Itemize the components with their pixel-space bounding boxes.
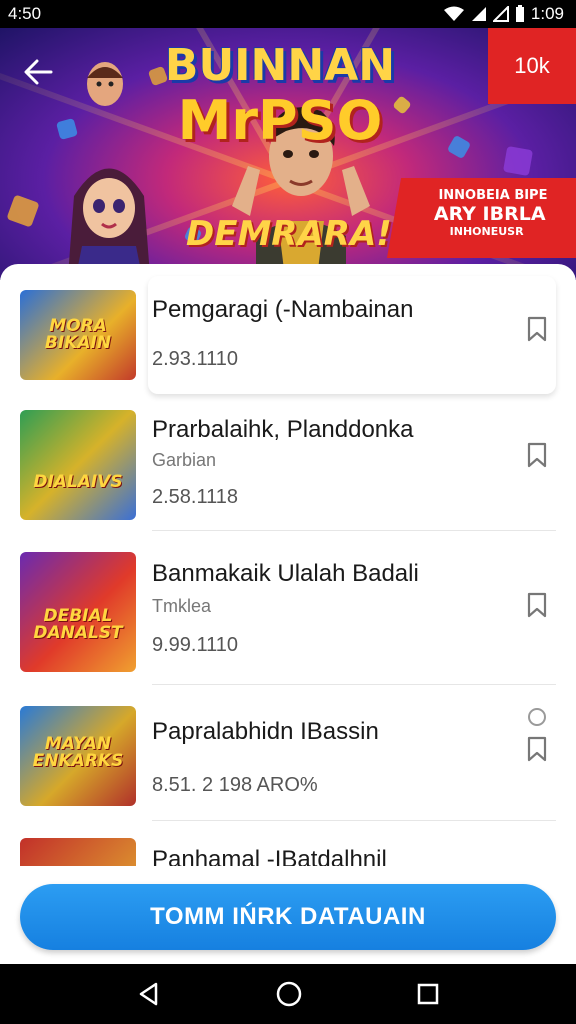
item-meta: 9.99.1110 (152, 634, 239, 656)
item-subtitle: Garbian (152, 450, 217, 470)
battery-icon (515, 5, 524, 22)
primary-action-button[interactable]: TOMM IŃRK DATAUAIN (20, 884, 556, 950)
divider (152, 820, 556, 821)
signal-icon (492, 6, 509, 22)
bookmark-icon[interactable] (526, 442, 548, 468)
arrow-left-icon (24, 59, 53, 85)
screen: 4:50 1:09 BUINNAN MrPSO DEMRARA! INNOBEI… (0, 0, 576, 1024)
thumbnail-text: MORA BIKAIN (44, 316, 112, 353)
promo-line2: ARY IBRLA (433, 203, 546, 225)
divider (152, 530, 556, 531)
item-thumbnail: MORA BIKAIN (20, 290, 136, 380)
hero-title: BUINNAN MrPSO (130, 44, 430, 148)
promo-banner: INNOBEIA BIPE ARY IBRLA INHONEUSR (386, 178, 576, 258)
item-title: Banmakaik Ulalah Badali (152, 560, 419, 587)
hero-banner: BUINNAN MrPSO DEMRARA! INNOBEIA BIPE ARY… (0, 28, 576, 280)
item-card (148, 276, 556, 394)
item-thumbnail: DEBIAL DANALST (20, 552, 136, 672)
signal-icon (471, 7, 486, 21)
item-title: Prarbalaihk, Planddonka (152, 416, 414, 443)
circle-home-icon[interactable] (275, 980, 303, 1008)
item-title: Pemgaragi (-Nambainan (152, 296, 414, 323)
radio-indicator[interactable] (528, 708, 546, 726)
content-list: MORA BIKAIN Pemgaragi (-Nambainan 2.93.1… (0, 264, 576, 874)
bookmark-icon[interactable] (526, 316, 548, 342)
list-item[interactable]: MORA BIKAIN Pemgaragi (-Nambainan 2.93.1… (20, 268, 556, 408)
list-item[interactable]: DEBIAL DANALST Banmakaik Ulalah Badali T… (20, 534, 556, 685)
thumbnail-text: DEBIAL DANALST (33, 606, 123, 643)
hero-girl-character (68, 168, 150, 280)
hero-title-line2: MrPSO (177, 89, 383, 152)
status-bar: 4:50 1:09 (0, 0, 576, 28)
thumbnail-text: MAYAN ENKARKS (32, 734, 124, 771)
promo-line3: INHONEUSR (449, 225, 524, 238)
bookmark-icon[interactable] (526, 736, 548, 762)
item-meta: 8.51. 2 198 ARO% (152, 774, 318, 796)
list-item[interactable]: DIALAIVS Prarbalaihk, Planddonka Garbian… (20, 392, 556, 532)
back-button[interactable] (16, 50, 60, 94)
item-meta: 2.93.1110 (152, 348, 239, 370)
status-time-right: 1:09 (530, 4, 564, 23)
cta-container: TOMM IŃRK DATAUAIN (0, 866, 576, 964)
bookmark-icon[interactable] (526, 592, 548, 618)
item-thumbnail: DIALAIVS (20, 410, 136, 520)
item-subtitle: Tmklea (152, 596, 212, 616)
item-meta: 2.58.1118 (152, 486, 239, 508)
wifi-icon (443, 6, 464, 21)
triangle-back-icon[interactable] (136, 981, 162, 1007)
list-item[interactable]: MAYAN ENKARKS Papralabhidn IBassin 8.51.… (20, 688, 556, 828)
ok-badge[interactable]: 10k (488, 28, 576, 104)
item-thumbnail: MAYAN ENKARKS (20, 706, 136, 806)
hero-title-line1: BUINNAN (164, 40, 396, 91)
system-nav-bar (0, 964, 576, 1024)
divider (152, 684, 556, 685)
hero-small-character (87, 62, 123, 106)
square-recent-icon[interactable] (416, 982, 440, 1006)
status-time-left: 4:50 (8, 4, 42, 23)
promo-line1: INNOBEIA BIPE (438, 188, 548, 203)
item-title: Papralabhidn IBassin (152, 718, 379, 745)
status-icons: 1:09 (443, 4, 564, 24)
hero-subtitle: DEMRARA! (186, 214, 392, 254)
thumbnail-text: DIALAIVS (33, 472, 123, 492)
